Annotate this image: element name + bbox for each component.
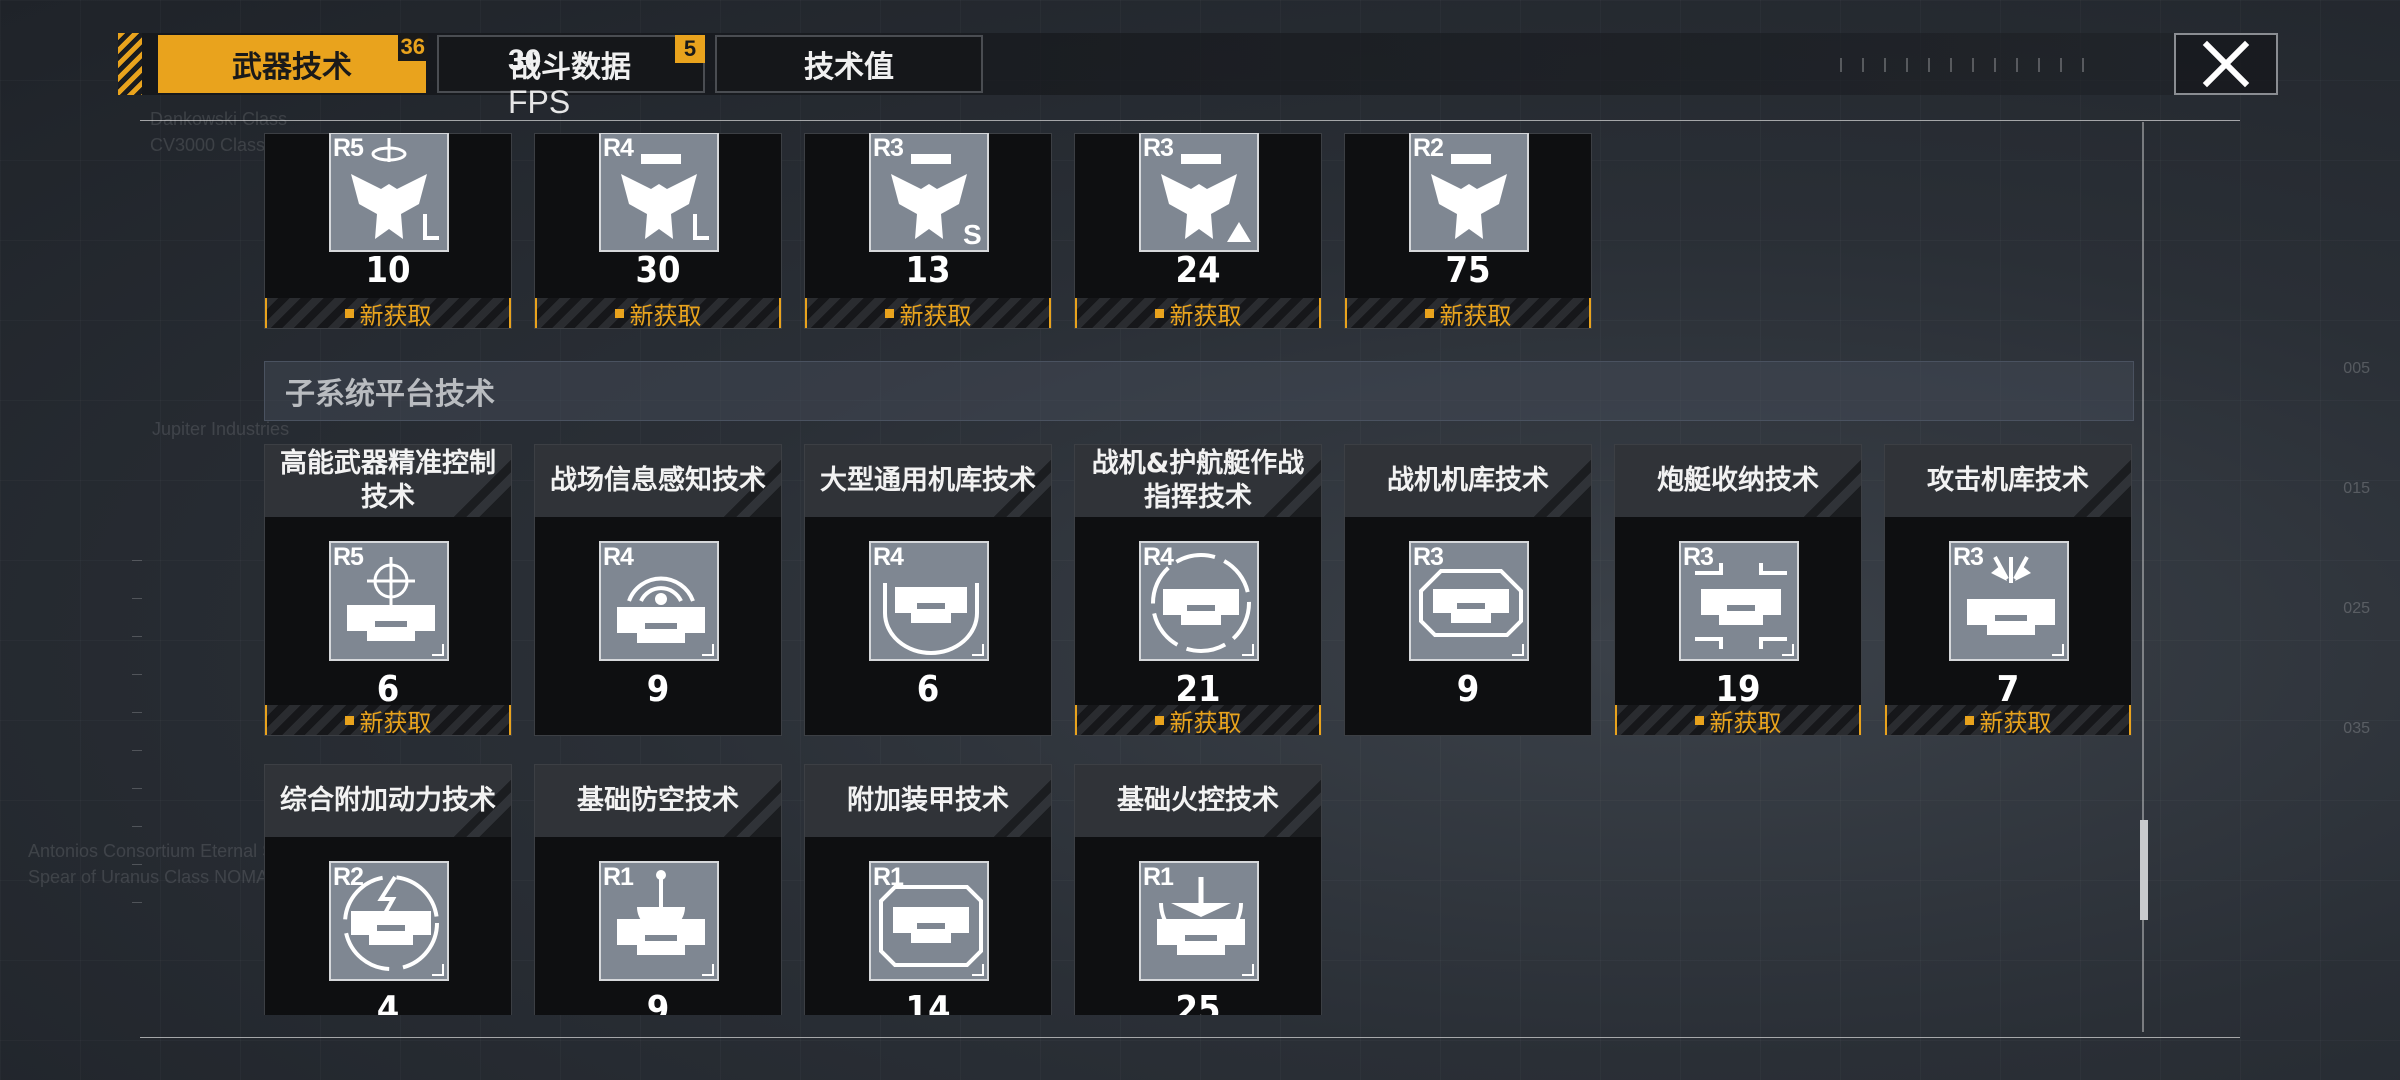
new-acquired-tag: 新获取 [1885, 705, 2131, 737]
tech-count: 75 [1445, 250, 1491, 291]
card-title: 战场信息感知技术 [535, 445, 781, 517]
close-icon [2202, 40, 2250, 88]
tech-count: 30 [635, 250, 681, 291]
frame-bottom-line [140, 1037, 2240, 1038]
card-title: 战机&护航艇作战指挥技术 [1075, 445, 1321, 517]
card-title: 基础防空技术 [535, 765, 781, 837]
subsystem-tech-card[interactable]: 基础火控技术 R1 25 [1074, 764, 1322, 1015]
new-acquired-tag: 新获取 [1615, 705, 1861, 737]
new-acquired-tag: 新获取 [265, 298, 511, 330]
card-title: 高能武器精准控制技术 [265, 445, 511, 517]
tech-list[interactable]: R5 10 新获取 R4 30 新获取 S R3 13 新获取 R3 24 新获… [264, 133, 2140, 1015]
tech-count: 13 [905, 250, 951, 291]
accent-stripe [118, 33, 142, 95]
subsystem-tech-card[interactable]: 攻击机库技术 R3 7 新获取 [1884, 444, 2132, 737]
fighter-icon: R2 [1409, 133, 1529, 252]
weapon-tech-card[interactable]: R2 75 新获取 [1344, 133, 1592, 330]
card-title: 大型通用机库技术 [805, 445, 1051, 517]
fps-overlay: 30 FPS [508, 44, 571, 121]
tab-combat-data[interactable]: 战斗数据 5 [437, 35, 705, 93]
fire-control-icon: R1 [1139, 861, 1259, 981]
tech-count: 9 [1456, 669, 1480, 710]
armor-plate-icon: R1 [869, 861, 989, 981]
section-title: 子系统平台技术 [285, 377, 495, 412]
hangar-arc-icon: R4 [869, 541, 989, 661]
scroll-thumb[interactable] [2140, 820, 2148, 920]
antiair-dish-icon: R1 [599, 861, 719, 981]
tech-count: 25 [1175, 989, 1221, 1015]
close-button[interactable] [2174, 33, 2278, 95]
svg-text:S: S [963, 219, 982, 250]
crosshair-platform-icon: R5 [329, 541, 449, 661]
subsystem-tech-card[interactable]: 战场信息感知技术 R4 9 [534, 444, 782, 736]
decorative-ticks [1840, 58, 2100, 72]
card-title: 综合附加动力技术 [265, 765, 511, 837]
tech-count: 10 [365, 250, 411, 291]
card-title: 战机机库技术 [1345, 445, 1591, 517]
tab-label: 技术值 [804, 50, 894, 85]
fighter-L-reticle-icon: R5 [329, 133, 449, 252]
tech-count: 9 [646, 669, 670, 710]
octagon-hangar-icon: R3 [1409, 541, 1529, 661]
radar-platform-icon: R4 [599, 541, 719, 661]
subsystem-tech-card[interactable]: 综合附加动力技术 R2 4 [264, 764, 512, 1015]
new-acquired-tag: 新获取 [805, 298, 1051, 330]
section-header-subsystem: 子系统平台技术 [264, 361, 2134, 421]
frame-top-line [140, 120, 2240, 121]
card-title: 炮艇收纳技术 [1615, 445, 1861, 517]
card-title: 基础火控技术 [1075, 765, 1321, 837]
command-ring-icon: R4 [1139, 541, 1259, 661]
new-acquired-tag: 新获取 [535, 298, 781, 330]
card-title: 附加装甲技术 [805, 765, 1051, 837]
subsystem-tech-card[interactable]: 高能武器精准控制技术 R5 6 新获取 [264, 444, 512, 737]
attack-hangar-icon: R3 [1949, 541, 2069, 661]
subsystem-tech-card[interactable]: 基础防空技术 R1 9 [534, 764, 782, 1015]
fps-value: 30 [508, 44, 542, 77]
fighter-L-icon: R4 [599, 133, 719, 252]
weapon-tech-card[interactable]: R3 24 新获取 [1074, 133, 1322, 330]
tech-count: 4 [376, 989, 400, 1015]
subsystem-tech-card[interactable]: 大型通用机库技术 R4 6 [804, 444, 1052, 736]
fps-label: FPS [508, 84, 571, 120]
tab-label: 武器技术 [232, 50, 352, 85]
background-left-ticks [132, 560, 142, 1060]
subsystem-tech-card[interactable]: 战机机库技术 R3 9 [1344, 444, 1592, 736]
tech-count: 9 [646, 989, 670, 1015]
storage-brackets-icon: R3 [1679, 541, 1799, 661]
tab-badge: 36 [397, 33, 428, 61]
tab-badge: 5 [675, 35, 705, 63]
weapon-tech-card[interactable]: S R3 13 新获取 [804, 133, 1052, 330]
tech-count: 6 [916, 669, 940, 710]
tab-tech-value[interactable]: 技术值 [715, 35, 983, 93]
new-acquired-tag: 新获取 [1075, 298, 1321, 330]
fighter-triforce-icon: R3 [1139, 133, 1259, 252]
subsystem-tech-card[interactable]: 附加装甲技术 R1 14 [804, 764, 1052, 1015]
new-acquired-tag: 新获取 [265, 705, 511, 737]
subsystem-tech-card[interactable]: 战机&护航艇作战指挥技术 R4 21 新获取 [1074, 444, 1322, 737]
new-acquired-tag: 新获取 [1345, 298, 1591, 330]
tab-weapon-tech[interactable]: 武器技术 36 [158, 33, 428, 93]
subsystem-tech-card[interactable]: 炮艇收纳技术 R3 19 新获取 [1614, 444, 1862, 737]
power-bolt-icon: R2 [329, 861, 449, 981]
weapon-tech-card[interactable]: R5 10 新获取 [264, 133, 512, 330]
tech-count: 14 [905, 989, 951, 1015]
card-title: 攻击机库技术 [1885, 445, 2131, 517]
weapon-tech-card[interactable]: R4 30 新获取 [534, 133, 782, 330]
tech-count: 24 [1175, 250, 1221, 291]
new-acquired-tag: 新获取 [1075, 705, 1321, 737]
fighter-S-icon: S R3 [869, 133, 989, 252]
background-ruler: 005 015 025 035 [2343, 360, 2370, 737]
